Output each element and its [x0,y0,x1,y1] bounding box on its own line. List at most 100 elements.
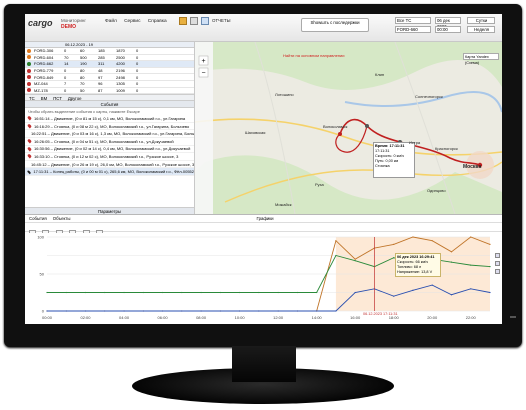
event-text: 16:51:14 – Движение, (0 и 81 м 15 с), 0,… [34,115,186,121]
vehicle-name: FORD-604 [34,54,54,60]
table-cell: 0 [136,87,139,93]
map-layer-select[interactable]: Карта Yandex (Схема) [463,53,499,65]
list-item[interactable]: 16:30:56 – Движение, (0 и 02 м 14 с), 0,… [25,146,194,154]
tab-vehicles[interactable]: ТС [29,95,35,101]
report-icon[interactable] [201,17,209,25]
x-tick-label: 16:00 [350,315,361,320]
data-point [181,291,183,294]
table-cell: 0 [64,87,67,93]
table-row[interactable]: FORD-662 14 190 311 4200 0 [25,61,194,68]
map-pin-icon [26,162,30,166]
chart-toolbar-events[interactable]: События [29,216,47,221]
callout-line: Стоянка [375,164,390,168]
data-point [277,291,279,294]
table-row[interactable]: FORD-849 0 80 97 2498 0 [25,74,194,81]
table-cell: 311 [98,61,105,67]
table-cell: 0 [136,54,139,60]
list-item[interactable]: 16:26:05 – Стоянка, (0 и 04 м 51 с), МО,… [25,138,194,146]
list-item[interactable]: 16:33:10 – Стоянка, (0 и 12 м 02 с), МО,… [25,153,194,161]
table-row[interactable]: FORD-779 0 80 48 2196 0 [25,68,194,75]
series-toggle-checkbox[interactable] [495,261,500,266]
table-cell: 4200 [116,61,125,67]
vehicle-name: FORD-662 [34,61,54,67]
menu-help[interactable]: Справка [148,19,167,24]
data-point [316,310,318,312]
list-item[interactable]: 17:11:31 – Конец работы, (0 и 00 м 01 с)… [25,168,194,176]
list-item[interactable]: 16:22:51 – Движение, (0 и 03 м 16 с), 1,… [25,130,194,138]
chart-toolbar-objects[interactable]: Объекты [53,216,71,221]
table-cell: 48 [98,68,103,74]
table-row[interactable]: FORD-604 70 500 285 2500 0 [25,55,194,62]
vehicle-name: MZ-178 [34,87,48,93]
data-point [412,236,414,238]
table-cell: 80 [80,68,85,74]
series-toggle-checkbox[interactable] [495,253,500,258]
map-callout: Время: 17:11:31 17:11:31 Скорость: 0 км/… [373,142,415,178]
data-point [316,291,318,294]
map-view[interactable]: + − Найти на основном направлении Карта … [195,42,502,214]
series-toggle-checkbox[interactable] [495,269,500,274]
status-dot-icon [27,75,31,80]
x-tick-label: 12:00 [273,315,284,320]
group-select[interactable]: FORD-660 [395,26,431,33]
data-point [258,310,260,312]
table-row[interactable]: FORD-306 0 60 185 1870 0 [25,48,194,55]
today-button[interactable]: Сутки [467,17,495,24]
data-point [431,240,433,242]
data-point [489,243,491,245]
table-row[interactable]: MZ-044 7 70 96 1305 0 [25,81,194,88]
table-cell: 190 [80,61,87,67]
tab-other[interactable]: Другое [68,95,82,101]
table-row[interactable]: MZ-178 0 50 87 1009 0 [25,88,194,95]
map-pin-icon [26,132,30,136]
status-dot-icon [27,48,31,53]
event-text: 17:11:31 – Конец работы, (0 и 00 м 01 с)… [33,169,194,175]
table-cell: 0 [64,74,67,80]
chart-tooltip: 06 дек 2023 16:29:41 Скорость: 66 км/ч Т… [395,253,441,277]
map-pin-icon [27,146,32,152]
reports-label[interactable]: ОТЧЕТЫ [212,18,231,24]
map-canvas[interactable]: + − [195,42,502,214]
list-item[interactable]: 16:45:12 – Движение, (0 и 26 м 19 с), 26… [25,161,194,169]
table-cell: 0 [64,48,67,54]
menu-file[interactable]: Файл [105,19,117,24]
map-warning: Найти на основном направлении [283,53,345,58]
calendar-icon[interactable] [190,17,198,25]
data-point [46,310,48,312]
map-label-krasnogorsk: Красногорск [435,146,458,151]
tab-vm[interactable]: ВМ [41,95,47,101]
status-dot-icon [27,55,31,60]
demo-badge: DEMO [61,24,76,30]
table-cell: 1009 [116,87,125,93]
table-cell: 70 [80,81,85,87]
list-item[interactable]: 16:16:29 – Стоянка, (0 и 08 м 22 с), МО,… [25,123,194,131]
x-tick-label: 00:00 [42,315,53,320]
data-point [200,310,202,312]
show-on-map-button[interactable]: Showшть с последержки [301,18,369,32]
folder-icon[interactable] [179,17,187,25]
data-point [219,310,221,312]
data-point [489,291,491,294]
event-text: 16:22:51 – Движение, (0 и 03 м 16 с), 1,… [31,131,194,137]
status-dot-icon [27,81,31,86]
data-point [181,310,183,312]
svg-text:−: − [201,70,205,77]
tab-pst[interactable]: ПСТ [53,95,62,101]
data-point [354,260,356,262]
map-label-odintsovo: Одинцово [427,188,446,193]
vehicle-tabs: ТС ВМ ПСТ Другое [25,94,194,102]
vehicle-select[interactable]: Все ТС [395,17,431,24]
map-pin-icon [27,153,32,159]
table-cell: 0 [136,61,139,67]
top-toolbar: cargo Мониторинг DEMO Файл Сервис Справк… [25,14,502,42]
speed-fuel-chart[interactable]: 00:00 02:00 04:00 06:00 08:00 10:00 12:00 14:00… [25,233,502,323]
map-label-mozhaysk: Можайск [275,202,292,207]
list-item[interactable]: 16:51:14 – Движение, (0 и 81 м 15 с), 0,… [25,115,194,123]
date-select[interactable]: 06 дек 2023 [435,17,461,29]
week-button[interactable]: Неделя [467,26,495,33]
table-cell: 0 [136,68,139,74]
x-tick-label: 22:00 [466,315,477,320]
menu-service[interactable]: Сервис [124,19,140,24]
map-label-volokolamsk: Волоколамск [323,124,348,129]
time-select[interactable]: 00:00 [435,26,461,33]
